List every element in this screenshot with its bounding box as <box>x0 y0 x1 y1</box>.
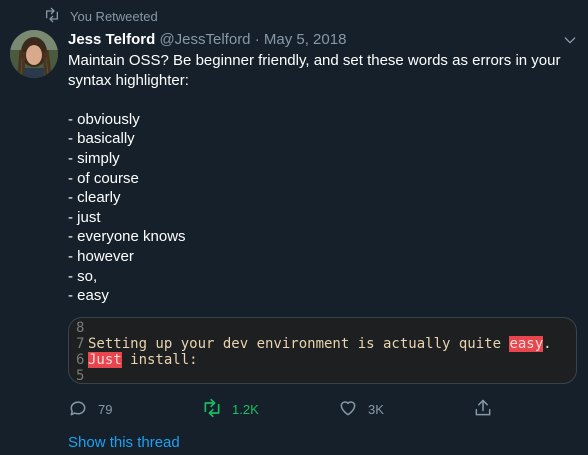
share-button[interactable] <box>473 398 493 421</box>
line-number: 8 <box>76 320 85 336</box>
retweet-icon <box>44 7 60 26</box>
like-count: 3K <box>368 402 384 417</box>
author-handle[interactable]: @JessTelford <box>159 31 250 48</box>
code-text: Setting up your dev environment is actua… <box>88 336 510 352</box>
code-line: 5 <box>76 368 576 384</box>
tweet-line: - just <box>68 208 101 226</box>
tweet-line: - everyone knows <box>68 228 186 246</box>
code-line: 7 Setting up your dev environment is actu… <box>76 336 576 352</box>
tweet-actions: 79 1.2K 3K <box>68 398 508 420</box>
tweet-line: - basically <box>68 130 135 148</box>
tweet-line: syntax highlighter: <box>68 71 189 89</box>
reply-button[interactable]: 79 <box>68 398 112 421</box>
tweet-line: - easy <box>68 287 109 305</box>
reply-icon <box>68 398 88 421</box>
line-number: 6 <box>76 352 85 368</box>
heart-icon <box>338 398 358 421</box>
reply-count: 79 <box>98 402 113 417</box>
tweet-line: - of course <box>68 169 139 187</box>
share-icon <box>473 398 493 421</box>
line-number: 7 <box>76 336 85 352</box>
chevron-down-icon[interactable] <box>562 32 578 48</box>
retweet-count: 1.2K <box>232 402 259 417</box>
show-thread-link[interactable]: Show this thread <box>68 434 180 451</box>
tweet-line: Maintain OSS? Be beginner friendly, and … <box>68 52 561 69</box>
error-highlight: Just <box>88 352 122 368</box>
code-line: 8 <box>76 320 576 336</box>
retweet-context-label: You Retweeted <box>70 9 158 24</box>
code-text: install: <box>121 352 198 368</box>
code-image[interactable]: 8 7 Setting up your dev environment is ac… <box>68 317 577 384</box>
retweet-icon <box>202 398 222 421</box>
tweet-text: Maintain OSS? Be beginner friendly, and … <box>68 51 568 306</box>
tweet-date[interactable]: May 5, 2018 <box>264 31 347 48</box>
tweet-header: Jess Telford @JessTelford · May 5, 2018 <box>68 30 346 50</box>
meta-separator: · <box>254 31 260 48</box>
line-number: 5 <box>76 368 85 384</box>
like-button[interactable]: 3K <box>338 398 384 421</box>
retweet-context: You Retweeted <box>44 7 158 26</box>
tweet-line: - obviously <box>68 110 140 128</box>
code-text: . <box>543 336 552 352</box>
author-name[interactable]: Jess Telford <box>68 31 155 48</box>
tweet-line <box>68 90 568 110</box>
error-highlight: easy <box>509 336 544 352</box>
avatar[interactable] <box>10 30 58 78</box>
code-line: 6 Just install: <box>76 352 576 368</box>
tweet-line: - however <box>68 247 134 265</box>
tweet-line: - simply <box>68 149 120 167</box>
retweet-button[interactable]: 1.2K <box>202 398 259 421</box>
tweet-line: - clearly <box>68 189 121 207</box>
tweet-line: - so, <box>68 267 98 285</box>
